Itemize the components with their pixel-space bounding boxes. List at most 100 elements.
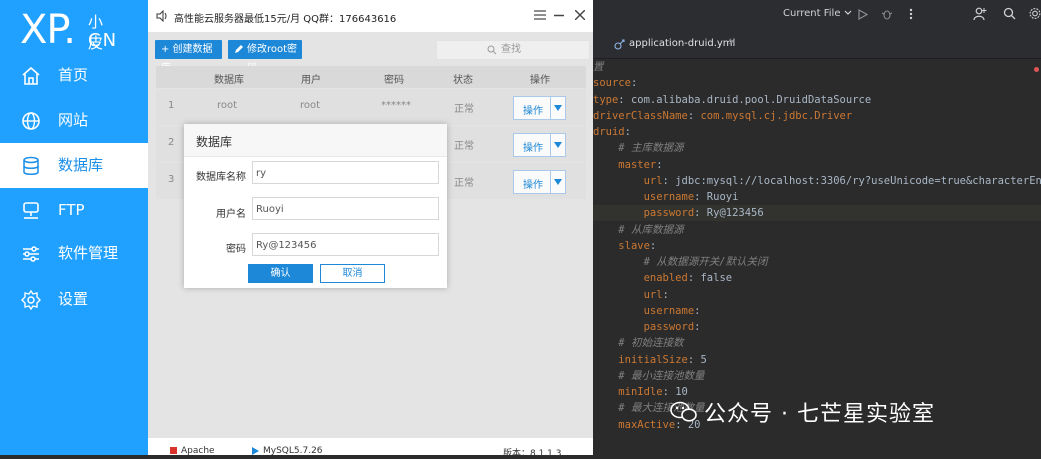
action-button[interactable]: 操作 <box>513 133 566 157</box>
action-dropdown[interactable] <box>550 97 565 119</box>
logo-xp: XP. <box>20 7 76 53</box>
code-token: initialSize <box>618 353 688 366</box>
sidebar-item-home[interactable]: 首页 <box>0 53 148 98</box>
code-token: : <box>624 126 631 138</box>
row-index: 3 <box>168 174 175 185</box>
code-line: username: Ruoyi <box>593 189 1041 205</box>
code-token: url <box>643 174 663 187</box>
search-icon[interactable] <box>1003 7 1016 20</box>
run-config-label: Current File <box>783 8 841 19</box>
close-tab-icon[interactable]: ✕ <box>728 37 736 48</box>
code-line: url: <box>593 287 1041 303</box>
code-line: # 从库数据源 <box>593 222 1041 238</box>
row-database: root <box>217 100 238 111</box>
menu-icon[interactable] <box>534 10 546 20</box>
code-token: : jdbc:mysql://localhost:3306/ry?useUnic… <box>662 174 1041 187</box>
cancel-button[interactable]: 取消 <box>320 264 385 283</box>
code-line: username: <box>593 303 1041 319</box>
code-token: : false <box>687 272 733 285</box>
code-line: # 初始连接数 <box>593 335 1041 351</box>
code-token: password <box>643 321 695 333</box>
globe-icon <box>22 112 40 130</box>
caret-down-icon <box>554 105 562 111</box>
run-config-selector[interactable]: Current File <box>783 8 852 19</box>
wechat-icon <box>670 401 697 422</box>
code-line: enabled: false <box>593 270 1041 286</box>
change-root-password-button[interactable]: 修改root密码 <box>228 40 302 74</box>
dialog-title: 数据库 <box>196 135 233 149</box>
sidebar-item-website[interactable]: 网站 <box>0 98 148 143</box>
apache-status-icon <box>170 447 177 454</box>
action-dropdown[interactable] <box>550 134 565 156</box>
sidebar-item-label: FTP <box>58 201 85 219</box>
code-token: : Ruoyi <box>694 191 739 203</box>
yaml-file-icon <box>614 39 625 50</box>
action-label: 操作 <box>523 180 543 191</box>
create-database-button[interactable]: + 创建数据库 <box>155 40 222 74</box>
code-line: password: <box>593 319 1041 335</box>
action-dropdown[interactable] <box>550 171 565 193</box>
code-token: maxActive <box>618 418 676 431</box>
code-line: druid: <box>593 124 1041 140</box>
minimize-icon[interactable] <box>554 14 564 17</box>
home-icon <box>22 66 40 85</box>
action-button[interactable]: 操作 <box>513 96 566 120</box>
editor-tab-bar: application-druid.yml ✕ <box>593 30 1041 59</box>
code-line: master: <box>593 157 1041 173</box>
username-input[interactable]: Ruoyi <box>252 197 439 220</box>
sidebar-item-database[interactable]: 数据库 <box>0 143 148 188</box>
file-tab-label: application-druid.yml <box>629 38 736 49</box>
sidebar-item-label: 网站 <box>58 111 89 129</box>
code-line: # 主库数据源 <box>593 140 1041 156</box>
row-status: 正常 <box>454 141 474 152</box>
sidebar-item-label: 设置 <box>58 290 89 308</box>
sidebar-item-ftp[interactable]: FTP <box>0 188 148 233</box>
db-name-label: 数据库名称 <box>196 172 246 183</box>
search-input[interactable]: 查找 <box>436 40 590 60</box>
error-indicator <box>1034 67 1039 72</box>
code-line: url: jdbc:mysql://localhost:3306/ry?useU… <box>593 173 1041 189</box>
action-button[interactable]: 操作 <box>513 170 566 194</box>
sidebar-item-settings[interactable]: 设置 <box>0 277 148 322</box>
add-user-icon[interactable] <box>973 7 987 21</box>
code-token: password <box>643 207 695 220</box>
sliders-icon <box>23 246 39 262</box>
password-input[interactable]: Ry@123456 <box>252 233 439 256</box>
dialog-header: 数据库 <box>184 124 447 157</box>
column-header: 操作 <box>530 75 550 86</box>
sidebar-item-software[interactable]: 软件管理 <box>0 231 148 276</box>
row-status: 正常 <box>454 104 474 115</box>
code-token: : <box>662 288 669 301</box>
debug-icon[interactable] <box>881 8 893 20</box>
close-icon[interactable] <box>575 10 585 20</box>
run-icon[interactable] <box>858 9 868 20</box>
code-token: : <box>630 77 638 90</box>
titlebar: 高性能云服务器最低15元/月 QQ群：176643616 <box>148 0 593 32</box>
sidebar-item-label: 数据库 <box>58 156 104 174</box>
code-token: username <box>643 304 695 317</box>
caret-down-icon <box>554 142 562 148</box>
code-line: slave: <box>593 238 1041 254</box>
settings-icon[interactable] <box>1029 7 1041 20</box>
column-header: 状态 <box>453 75 473 86</box>
more-vert-icon[interactable] <box>909 8 913 20</box>
editor-toolbar: Current File <box>593 0 1041 30</box>
confirm-button[interactable]: 确认 <box>248 264 313 283</box>
code-line: type: com.alibaba.druid.pool.DruidDataSo… <box>593 92 1041 108</box>
code-line: initialSize: 5 <box>593 352 1041 368</box>
code-token: : 10 <box>662 386 688 398</box>
db-name-input[interactable]: ry <box>252 161 439 184</box>
code-token: # 主库数据源 <box>618 142 684 155</box>
code-line: # 从数据源开关/默认关闭 <box>593 254 1041 270</box>
code-token: 置 <box>593 61 604 73</box>
